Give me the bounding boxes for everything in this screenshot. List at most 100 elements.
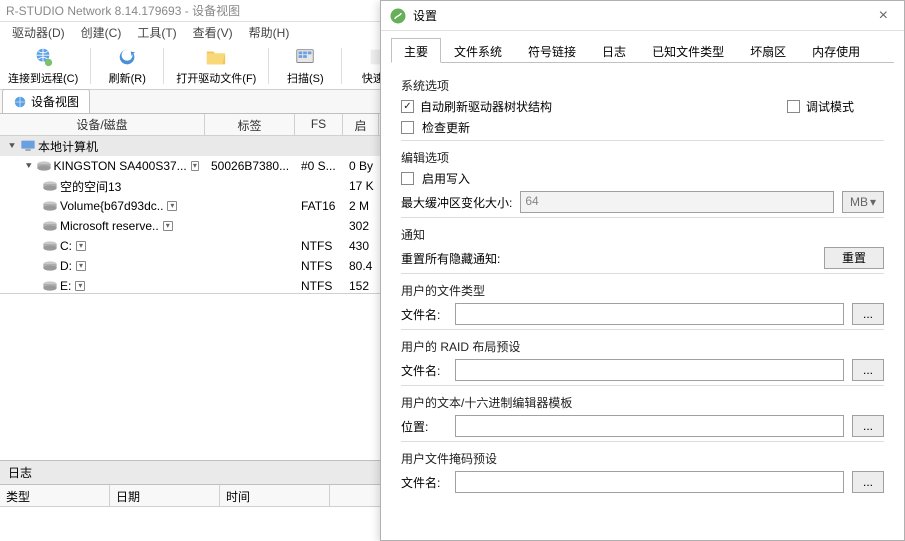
browse-button[interactable]: ... <box>852 303 884 325</box>
max-buffer-input[interactable]: 64 <box>520 191 834 213</box>
cell-label <box>205 225 295 227</box>
divider <box>401 385 884 386</box>
cell-fs: FAT16 <box>295 198 343 214</box>
cell-label <box>205 185 295 187</box>
browse-button[interactable]: ... <box>852 415 884 437</box>
root-label: 本地计算机 <box>38 138 98 155</box>
connect-remote-button[interactable]: 连接到远程(C) <box>4 44 82 88</box>
label-location: 位置: <box>401 418 447 435</box>
group-user-hex: 用户的文本/十六进制编辑器模板 <box>401 394 884 411</box>
cell-fs: NTFS <box>295 258 343 274</box>
tab-symlink[interactable]: 符号链接 <box>515 38 589 63</box>
tab-filesystem[interactable]: 文件系统 <box>441 38 515 63</box>
tab-main[interactable]: 主要 <box>391 38 441 63</box>
browse-button[interactable]: ... <box>852 359 884 381</box>
cell-label <box>205 205 295 207</box>
cell-start: 430 <box>343 238 379 254</box>
menu-tools[interactable]: 工具(T) <box>129 22 184 43</box>
menu-view[interactable]: 查看(V) <box>185 22 241 43</box>
computer-icon <box>20 139 36 153</box>
dialog-title: 设置 <box>413 7 437 24</box>
checkbox-debug-mode[interactable] <box>787 100 800 113</box>
device-view-icon <box>13 95 27 109</box>
toolbar-divider <box>90 48 91 84</box>
menu-drives[interactable]: 驱动器(D) <box>4 22 73 43</box>
dropdown-icon[interactable]: ▾ <box>163 221 173 231</box>
device-name: C: <box>60 239 72 253</box>
cell-start: 17 K <box>343 178 379 194</box>
dropdown-icon[interactable]: ▾ <box>167 201 177 211</box>
menu-create[interactable]: 创建(C) <box>73 22 130 43</box>
app-icon <box>389 7 407 25</box>
group-user-filetypes: 用户的文件类型 <box>401 282 884 299</box>
settings-dialog: 设置 × 主要 文件系统 符号链接 日志 已知文件类型 坏扇区 内存使用 系统选… <box>380 0 905 541</box>
dropdown-icon[interactable]: ▾ <box>191 161 199 171</box>
dialog-titlebar: 设置 × <box>381 1 904 31</box>
browse-button[interactable]: ... <box>852 471 884 493</box>
label-reset-hidden: 重置所有隐藏通知: <box>401 250 500 267</box>
cell-label <box>205 265 295 267</box>
col-fs[interactable]: FS <box>295 114 343 135</box>
device-name: Volume{b67d93dc.. <box>60 199 163 213</box>
cell-fs: NTFS <box>295 278 343 294</box>
log-col-date[interactable]: 日期 <box>110 485 220 506</box>
menu-help[interactable]: 帮助(H) <box>241 22 298 43</box>
refresh-button[interactable]: 刷新(R) <box>99 44 155 88</box>
disk-icon <box>42 220 58 232</box>
group-user-mask: 用户文件掩码预设 <box>401 450 884 467</box>
filetypes-path-input[interactable] <box>455 303 844 325</box>
dialog-body: 系统选项 ✓ 自动刷新驱动器树状结构 调试模式 检查更新 编辑选项 启用写入 最… <box>381 63 904 540</box>
unit-select[interactable]: MB ▾ <box>842 191 884 213</box>
col-start[interactable]: 启 <box>343 114 379 135</box>
device-name: KINGSTON SA400S37... <box>54 159 187 173</box>
log-col-time[interactable]: 时间 <box>220 485 330 506</box>
tab-log[interactable]: 日志 <box>589 38 639 63</box>
label-max-buffer: 最大缓冲区变化大小: <box>401 194 512 211</box>
col-device[interactable]: 设备/磁盘 <box>0 114 205 135</box>
cell-start: 2 M <box>343 198 379 214</box>
group-user-raid: 用户的 RAID 布局预设 <box>401 338 884 355</box>
tab-label: 设备视图 <box>31 93 79 110</box>
mask-path-input[interactable] <box>455 471 844 493</box>
disk-icon <box>36 160 52 172</box>
tab-memory[interactable]: 内存使用 <box>799 38 873 63</box>
close-icon[interactable]: × <box>871 5 896 27</box>
label-debug: 调试模式 <box>806 98 854 115</box>
checkbox-enable-write[interactable] <box>401 172 414 185</box>
tab-device-view[interactable]: 设备视图 <box>2 89 90 113</box>
checkbox-auto-refresh[interactable]: ✓ <box>401 100 414 113</box>
refresh-icon <box>116 46 138 68</box>
folder-open-icon <box>205 46 227 68</box>
log-col-type[interactable]: 类型 <box>0 485 110 506</box>
dropdown-icon[interactable]: ▾ <box>76 241 86 251</box>
reset-button[interactable]: 重置 <box>824 247 884 269</box>
dropdown-icon[interactable]: ▾ <box>75 281 85 291</box>
dialog-tabs: 主要 文件系统 符号链接 日志 已知文件类型 坏扇区 内存使用 <box>391 37 894 63</box>
globe-connect-icon <box>32 46 54 68</box>
cell-label: 50026B7380... <box>205 158 295 174</box>
dropdown-icon[interactable]: ▾ <box>76 261 86 271</box>
checkbox-check-update[interactable] <box>401 121 414 134</box>
label-check-update: 检查更新 <box>422 119 470 136</box>
device-name: 空的空间13 <box>60 178 121 195</box>
open-drive-file-button[interactable]: 打开驱动文件(F) <box>172 44 260 88</box>
col-label[interactable]: 标签 <box>205 114 295 135</box>
cell-fs <box>295 185 343 187</box>
divider <box>401 140 884 141</box>
device-name: E: <box>60 279 71 293</box>
chevron-down-icon: ▾ <box>870 195 876 209</box>
raid-path-input[interactable] <box>455 359 844 381</box>
scan-button[interactable]: 扫描(S) <box>277 44 333 88</box>
label-filename: 文件名: <box>401 306 447 323</box>
cell-fs: NTFS <box>295 238 343 254</box>
device-name: Microsoft reserve.. <box>60 219 159 233</box>
divider <box>401 329 884 330</box>
tab-bad-sectors[interactable]: 坏扇区 <box>737 38 799 63</box>
disk-icon <box>42 240 58 252</box>
hex-path-input[interactable] <box>455 415 844 437</box>
divider <box>401 273 884 274</box>
tab-known-types[interactable]: 已知文件类型 <box>639 38 737 63</box>
tree-collapse-icon[interactable]: ⯆ <box>6 141 18 152</box>
tree-collapse-icon[interactable]: ⯆ <box>24 161 34 172</box>
group-edit-options: 编辑选项 <box>401 149 884 166</box>
